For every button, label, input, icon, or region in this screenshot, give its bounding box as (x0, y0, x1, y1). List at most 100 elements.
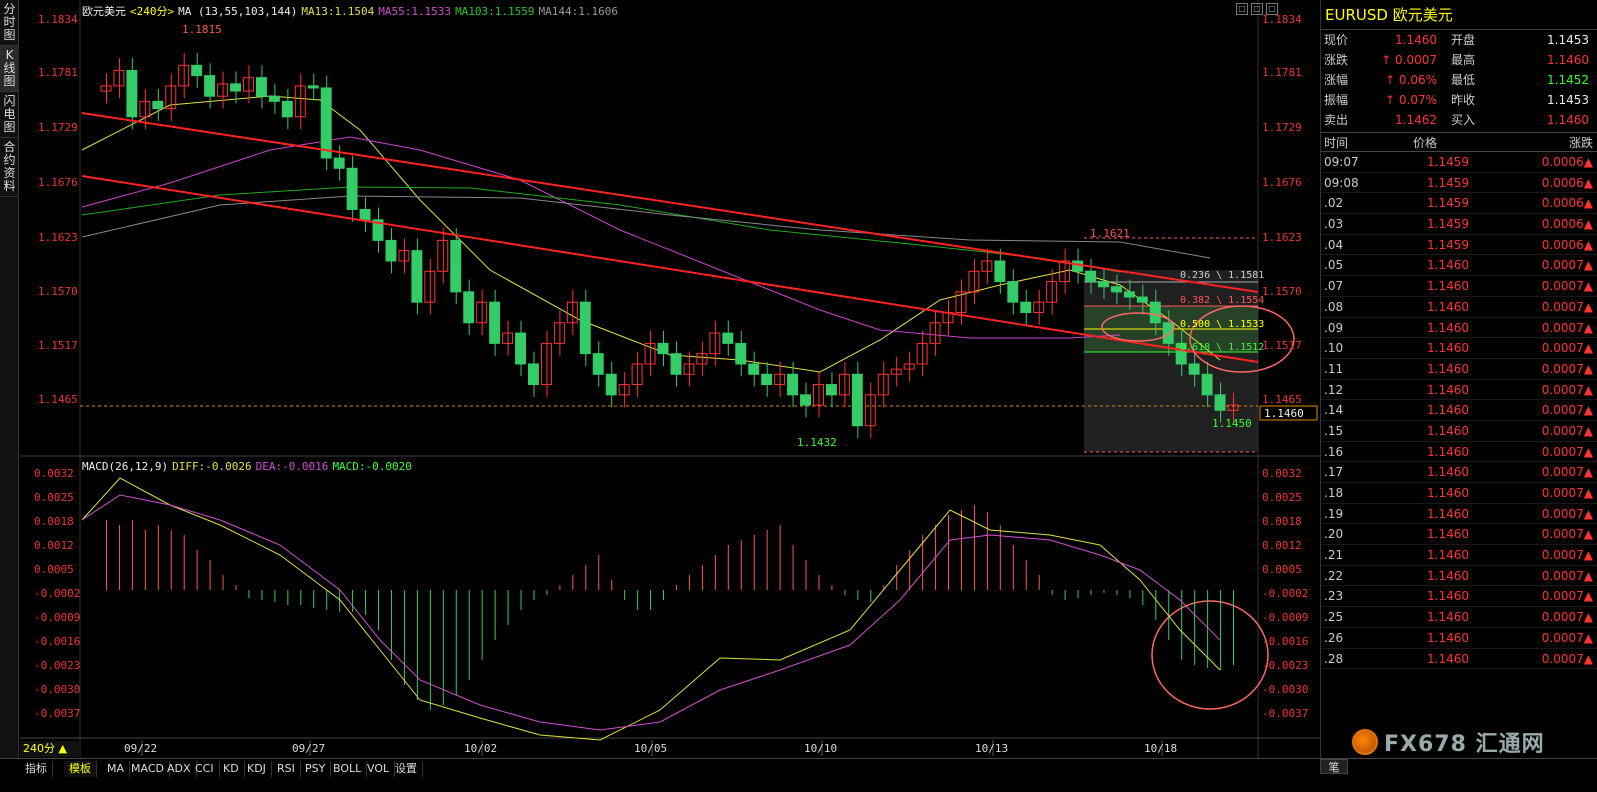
tick-change-value: 0.0007 (1541, 568, 1584, 583)
tick-time: .26 (1324, 630, 1344, 645)
arrow-up-icon: ▲ (1583, 630, 1593, 645)
tick-row[interactable]: .18 1.1460 0.0007▲ (1321, 483, 1597, 504)
arrow-up-icon: ▲ (1583, 548, 1593, 563)
tab-flash[interactable]: 闪电图 (0, 92, 19, 138)
tick-row[interactable]: .21 1.1460 0.0007▲ (1321, 545, 1597, 566)
macd-axis-label: 0.0012 (34, 539, 74, 552)
time-axis-label: 10/02 (464, 742, 498, 755)
watermark: FX678 汇通网 (1352, 726, 1545, 758)
quote-label: 最低 (1451, 73, 1476, 87)
quote-panel: EURUSD 欧元美元 现价 1.1460 开盘 1.1453 涨跌 ↑ 0.00… (1320, 0, 1597, 774)
macd-axis-label: 0.0032 (34, 467, 74, 480)
candle-body (463, 291, 475, 324)
arrow-up-icon: ▲ (1583, 651, 1593, 666)
bottom-tab-6[interactable]: KD (218, 761, 245, 777)
tick-row[interactable]: .11 1.1460 0.0007▲ (1321, 359, 1597, 380)
tick-row[interactable]: .08 1.1460 0.0007▲ (1321, 297, 1597, 318)
arrow-up-icon: ▲ (1583, 237, 1593, 252)
tab-kline[interactable]: K线图 (0, 46, 19, 92)
tick-change-value: 0.0006 (1541, 237, 1584, 252)
tick-row[interactable]: 09:07 1.1459 0.0006▲ (1321, 152, 1597, 173)
ma144-line (81, 195, 1211, 259)
arrow-up-icon: ▲ (1583, 486, 1593, 500)
candle-body (230, 83, 242, 92)
macd-axis-label: -0.0037 (1262, 707, 1309, 720)
tick-row[interactable]: .05 1.1460 0.0007▲ (1321, 255, 1597, 277)
tick-time: .14 (1324, 403, 1344, 418)
arrow-up-icon: ▲ (1583, 465, 1593, 480)
bottom-tab-9[interactable]: PSY (300, 761, 332, 777)
tab-contract-info[interactable]: 合约资料 (0, 138, 19, 197)
tick-price: 1.1460 (1427, 465, 1469, 480)
tick-change: 0.0007▲ (1469, 400, 1597, 420)
tick-row[interactable]: .14 1.1460 0.0007▲ (1321, 400, 1597, 421)
candle-body (748, 363, 760, 375)
tick-change-value: 0.0006 (1541, 155, 1584, 169)
tick-time: .20 (1324, 527, 1344, 542)
tick-row[interactable]: .23 1.1460 0.0007▲ (1321, 586, 1597, 608)
bottom-tab-5[interactable]: CCI (190, 761, 220, 777)
time-axis-label: 10/18 (1144, 742, 1178, 755)
tick-row[interactable]: .26 1.1460 0.0007▲ (1321, 628, 1597, 649)
tab-timeshare[interactable]: 分时图 (0, 0, 19, 46)
candle-body (735, 342, 747, 365)
tick-change-value: 0.0007 (1541, 465, 1584, 480)
window-button-1[interactable]: □ (1236, 3, 1248, 15)
macd-axis-label: -0.0030 (34, 683, 81, 696)
arrow-up-icon: ▲ (1583, 279, 1593, 294)
tick-row[interactable]: .12 1.1460 0.0007▲ (1321, 380, 1597, 401)
tick-row[interactable]: .15 1.1460 0.0007▲ (1321, 421, 1597, 442)
bottom-tab-7[interactable]: KDJ (242, 761, 272, 777)
chart-area[interactable]: 1.1815 1.1432 1.1621 1.1450 0.236 \ 1.15… (20, 0, 1320, 774)
bottom-tab-8[interactable]: RSI (272, 761, 301, 777)
candle-body (1201, 373, 1213, 396)
tick-list[interactable]: 09:07 1.1459 0.0006▲ 09:08 1.1459 0.0006▲… (1321, 152, 1597, 670)
quote-value: 1.1462 (1395, 113, 1437, 127)
tick-price: 1.1460 (1427, 589, 1469, 604)
candle-body (864, 394, 876, 427)
tick-row[interactable]: .10 1.1460 0.0007▲ (1321, 338, 1597, 359)
candle-body (268, 95, 280, 102)
tick-row[interactable]: .07 1.1460 0.0007▲ (1321, 276, 1597, 297)
macd-axis-label: 0.0005 (1262, 563, 1302, 576)
candle-body (1007, 281, 1019, 303)
kline-chart-svg[interactable]: 1.1815 1.1432 1.1621 1.1450 0.236 \ 1.15… (20, 0, 1320, 774)
bottom-tab-1[interactable]: 模板 (64, 761, 97, 777)
tick-time: .07 (1324, 279, 1344, 294)
tick-row[interactable]: .09 1.1460 0.0007▲ (1321, 318, 1597, 339)
arrow-up-icon: ▲ (1583, 589, 1593, 604)
tick-row[interactable]: .25 1.1460 0.0007▲ (1321, 607, 1597, 628)
candle-body (1136, 296, 1148, 303)
candle-body (929, 322, 941, 344)
tick-row[interactable]: .22 1.1460 0.0007▲ (1321, 566, 1597, 587)
bottom-tab-0[interactable]: 指标 (20, 761, 53, 777)
macd-axis-label: -0.0023 (1262, 659, 1309, 672)
tick-row[interactable]: .16 1.1460 0.0007▲ (1321, 442, 1597, 463)
tick-change: 0.0006▲ (1469, 235, 1597, 255)
quote-value: ↑ 0.0007 (1381, 53, 1437, 67)
macd-header: MACD(26,12,9) DIFF:-0.0026 DEA:-0.0016 MACD… (82, 460, 416, 473)
quote-label: 买入 (1451, 113, 1476, 127)
tick-row[interactable]: .04 1.1459 0.0006▲ (1321, 235, 1597, 256)
arrow-up-icon: ▲ (1583, 217, 1593, 232)
pen-button[interactable]: 笔 (1320, 759, 1348, 774)
tick-row[interactable]: 09:08 1.1459 0.0006▲ (1321, 173, 1597, 194)
tick-row[interactable]: .03 1.1459 0.0006▲ (1321, 214, 1597, 235)
tick-row[interactable]: .20 1.1460 0.0007▲ (1321, 524, 1597, 546)
tick-change-value: 0.0007 (1541, 444, 1584, 459)
bottom-tab-12[interactable]: 设置 (390, 761, 423, 777)
ma103-value: MA103:1.1559 (455, 5, 535, 18)
tick-row[interactable]: .02 1.1459 0.0006▲ (1321, 193, 1597, 215)
tick-price: 1.1460 (1427, 548, 1469, 563)
arrow-up-icon: ▲ (1583, 506, 1593, 521)
tick-row[interactable]: .19 1.1460 0.0007▲ (1321, 504, 1597, 525)
timeframe-button[interactable]: 240分 ▲ (20, 741, 80, 757)
quote-value: 1.1453 (1547, 93, 1589, 107)
tick-time: .08 (1324, 299, 1344, 314)
tick-time: .21 (1324, 548, 1344, 563)
tick-row[interactable]: .17 1.1460 0.0007▲ (1321, 462, 1597, 483)
quote-label: 昨收 (1451, 93, 1476, 107)
tick-price: 1.1459 (1427, 155, 1469, 169)
bottom-toolbar: 指标 模板 MA MACD ADX CCI KD KDJ RSI PSY BOLL VOL 设置 (0, 758, 1597, 792)
tick-row[interactable]: .28 1.1460 0.0007▲ (1321, 649, 1597, 670)
